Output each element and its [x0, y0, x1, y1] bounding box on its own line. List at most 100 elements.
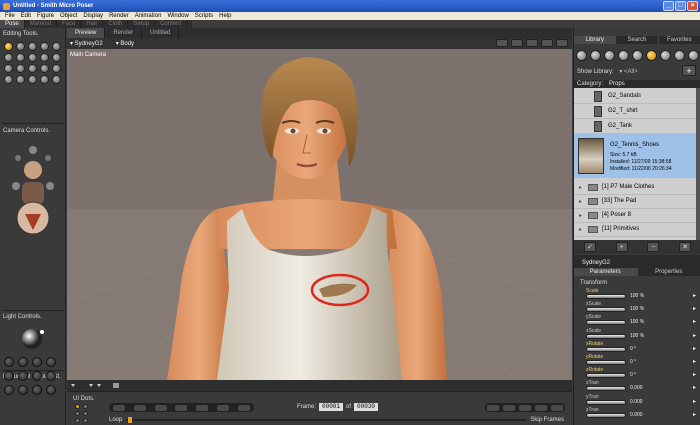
editing-tool-icon[interactable] — [4, 75, 13, 84]
dial-value[interactable]: 100 % — [630, 293, 644, 299]
dial-value[interactable]: 0.000 — [630, 385, 643, 391]
menu-item-display[interactable]: Display — [80, 13, 106, 19]
library-scrollbar[interactable] — [696, 88, 700, 240]
menu-item-figure[interactable]: Figure — [34, 13, 57, 19]
editing-tool-icon[interactable] — [40, 75, 49, 84]
menu-item-window[interactable]: Window — [164, 13, 191, 19]
display-style-icon[interactable] — [46, 357, 56, 367]
dial-slider[interactable] — [586, 373, 626, 379]
expand-arrow-icon[interactable]: ▸ — [579, 226, 582, 233]
dial-value[interactable]: 0 ° — [630, 346, 636, 352]
frame-icon[interactable] — [496, 39, 508, 47]
display-style-icon[interactable] — [4, 371, 14, 381]
editing-tool-icon[interactable] — [52, 64, 61, 73]
camera-move-xz-icon[interactable] — [12, 182, 20, 190]
viewport-tab-untitled[interactable]: Untitled — [142, 28, 180, 38]
camera-move-y-icon[interactable] — [46, 182, 54, 190]
editing-tool-icon[interactable] — [16, 75, 25, 84]
first-frame-button[interactable] — [113, 404, 126, 411]
camera-controls-widget[interactable] — [8, 138, 58, 248]
apply-button[interactable]: ✓ — [583, 242, 596, 252]
light-sphere-icon[interactable] — [22, 329, 42, 349]
dial-value[interactable]: 100 % — [630, 306, 644, 312]
dial-value[interactable]: 0.000 — [630, 412, 643, 418]
display-style-icon[interactable] — [18, 371, 28, 381]
room-tab-setup[interactable]: Setup — [128, 20, 156, 28]
editing-tool-icon[interactable] — [4, 42, 13, 51]
display-style-icon[interactable] — [46, 385, 56, 395]
dial-slider[interactable] — [586, 386, 626, 392]
display-style-icon[interactable] — [46, 371, 56, 381]
dial-slider[interactable] — [586, 399, 626, 405]
display-style-icon[interactable] — [18, 385, 28, 395]
lights-category-icon[interactable] — [660, 49, 671, 61]
menu-item-scripts[interactable]: Scripts — [192, 13, 216, 19]
list-item[interactable]: G2_T_shirt — [574, 104, 696, 119]
props-category-icon[interactable] — [646, 49, 657, 61]
editing-tool-icon[interactable] — [28, 42, 37, 51]
display-style-icon[interactable] — [18, 357, 28, 367]
list-item[interactable]: G2_Sandals — [574, 89, 696, 104]
display-style-icon[interactable] — [32, 371, 42, 381]
dial-slider[interactable] — [586, 320, 626, 326]
category-value[interactable]: Props — [609, 81, 625, 87]
editing-tool-icon[interactable] — [4, 53, 13, 62]
dropdown-icon[interactable] — [89, 384, 93, 387]
editing-tool-icon[interactable] — [52, 53, 61, 62]
editing-tool-icon[interactable] — [28, 64, 37, 73]
figures-category-icon[interactable] — [576, 49, 587, 61]
menu-item-edit[interactable]: Edit — [18, 13, 34, 19]
dial-slider[interactable] — [586, 307, 626, 313]
dial-value[interactable]: 100 % — [630, 333, 644, 339]
close-button[interactable]: × — [687, 1, 698, 11]
dial-menu-icon[interactable]: ▸ — [693, 318, 696, 325]
menu-item-object[interactable]: Object — [57, 13, 80, 19]
ui-dot[interactable] — [83, 418, 88, 423]
display-style-icon[interactable] — [32, 385, 42, 395]
editing-tool-icon[interactable] — [16, 42, 25, 51]
light-handle-icon[interactable] — [40, 330, 44, 334]
expressions-category-icon[interactable] — [604, 49, 615, 61]
stop-button[interactable] — [154, 404, 167, 411]
dial-value[interactable]: 100 % — [630, 319, 644, 325]
delete-key-button[interactable] — [535, 404, 547, 411]
transform-group[interactable]: Transform — [580, 280, 607, 286]
menu-item-animation[interactable]: Animation — [132, 13, 165, 19]
ui-dot[interactable] — [83, 404, 88, 409]
keyframe-button[interactable] — [237, 404, 250, 411]
frame-current-field[interactable]: 00001 — [319, 403, 344, 411]
zoom-icon[interactable] — [556, 39, 568, 47]
dial-slider[interactable] — [586, 412, 626, 418]
next-frame-button[interactable] — [196, 404, 209, 411]
frame-total-field[interactable]: 00030 — [354, 403, 379, 411]
expand-arrow-icon[interactable]: ▸ — [579, 184, 582, 191]
layout-icon[interactable] — [511, 39, 523, 47]
editing-tool-icon[interactable] — [52, 75, 61, 84]
folder-item[interactable]: ▸ [33] The Pad — [574, 194, 696, 209]
display-style-icon[interactable] — [4, 385, 14, 395]
editing-tool-icon[interactable] — [40, 53, 49, 62]
editing-tool-icon[interactable] — [28, 75, 37, 84]
editing-tool-icon[interactable] — [40, 42, 49, 51]
add-to-library-button[interactable]: + — [615, 242, 628, 252]
params-tab-parameters[interactable]: Parameters — [574, 268, 638, 276]
expand-arrow-icon[interactable]: ▸ — [579, 212, 582, 219]
dial-menu-icon[interactable]: ▸ — [693, 358, 696, 365]
editing-tool-icon[interactable] — [4, 64, 13, 73]
camera-head-icon[interactable] — [24, 161, 42, 179]
show-library-select[interactable]: ▾ <All> — [619, 69, 637, 75]
rotate-icon[interactable] — [541, 39, 553, 47]
editing-tool-icon[interactable] — [40, 64, 49, 73]
display-style-icon[interactable] — [32, 357, 42, 367]
editing-tool-icon[interactable] — [52, 42, 61, 51]
params-figure-name[interactable]: SydneyG2 — [574, 259, 700, 268]
ui-dot[interactable] — [75, 404, 80, 409]
library-tab-favorites[interactable]: Favorites — [658, 36, 700, 44]
delete-button[interactable]: ✕ — [679, 242, 692, 252]
ui-dot[interactable] — [83, 411, 88, 416]
room-tab-hair[interactable]: Hair — [81, 20, 104, 28]
loop-toggle[interactable]: Loop — [109, 417, 122, 423]
dial-menu-icon[interactable]: ▸ — [693, 305, 696, 312]
camera-select-icon[interactable] — [29, 146, 37, 154]
dial-value[interactable]: 0 ° — [630, 372, 636, 378]
